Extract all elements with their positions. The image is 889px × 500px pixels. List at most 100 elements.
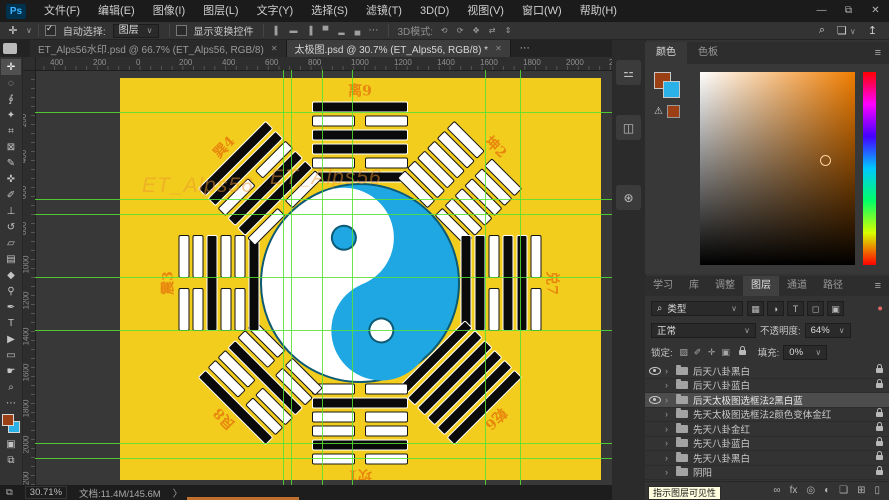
layer-row[interactable]: ›后天八卦黑白: [645, 364, 889, 379]
mode3d-icon-4[interactable]: ⇕: [500, 26, 516, 35]
align-icon-4[interactable]: ▂: [334, 26, 350, 35]
clone-stamp-tool[interactable]: ⊥: [1, 203, 21, 219]
expand-chevron-icon[interactable]: ›: [665, 438, 675, 448]
hand-tool[interactable]: ☛: [1, 363, 21, 379]
menu-item-threed[interactable]: 3D(D): [411, 0, 458, 22]
path-selection-tool[interactable]: ▶: [1, 331, 21, 347]
expand-chevron-icon[interactable]: ›: [665, 409, 675, 419]
window-close-button[interactable]: ✕: [862, 0, 889, 22]
quick-selection-tool[interactable]: ✦: [1, 107, 21, 123]
type-tool[interactable]: T: [1, 315, 21, 331]
status-zoom-level[interactable]: 30.71%: [25, 486, 67, 499]
lock-icon-0[interactable]: ▨: [677, 347, 691, 358]
filter-toggle[interactable]: ●: [877, 303, 883, 314]
fill-value[interactable]: 0% ∨: [783, 345, 827, 360]
expand-chevron-icon[interactable]: ›: [665, 467, 675, 477]
add-mask-icon[interactable]: ◎: [806, 485, 815, 496]
layer-row[interactable]: ›阴阳: [645, 466, 889, 481]
gradient-tool[interactable]: ▤: [1, 251, 21, 267]
expand-chevron-icon[interactable]: ›: [665, 366, 675, 376]
layer-filter-type-dropdown[interactable]: ⌕ 类型 ∨: [651, 301, 743, 316]
lock-all-icon[interactable]: [739, 350, 746, 355]
guide-vertical[interactable]: [283, 70, 284, 485]
panel-tab-调整[interactable]: 调整: [707, 276, 743, 296]
share-icon[interactable]: ↥: [868, 24, 877, 37]
collapsed-panel-2[interactable]: ◫: [616, 115, 641, 140]
lock-icon-3[interactable]: ▣: [719, 347, 733, 358]
pen-tool[interactable]: ✒: [1, 299, 21, 315]
menu-item-help[interactable]: 帮助(H): [571, 0, 626, 22]
menu-item-image[interactable]: 图像(I): [144, 0, 194, 22]
mode3d-icon-1[interactable]: ⟳: [452, 26, 468, 35]
panel-menu-icon[interactable]: ≡: [875, 47, 889, 59]
menu-item-type[interactable]: 文字(Y): [248, 0, 303, 22]
menu-item-layer[interactable]: 图层(L): [194, 0, 247, 22]
screen-mode[interactable]: ⧉: [1, 452, 21, 468]
auto-select-target-dropdown[interactable]: 图层∨: [113, 24, 159, 38]
panel-tab-库[interactable]: 库: [681, 276, 707, 296]
workspace-switcher-icon[interactable]: ❏ ∨: [837, 24, 856, 37]
layer-style-fx-icon[interactable]: fx: [790, 485, 798, 496]
guide-horizontal[interactable]: [35, 199, 612, 200]
opacity-value[interactable]: 64% ∨: [805, 323, 851, 338]
collapsed-panel-3[interactable]: ⊛: [616, 185, 641, 210]
crop-tool[interactable]: ⌗: [1, 123, 21, 139]
guide-vertical[interactable]: [322, 70, 323, 485]
more-align-options[interactable]: ⋯: [366, 25, 382, 36]
search-icon[interactable]: ⌕: [819, 24, 825, 37]
tab-overflow-button[interactable]: ⋯: [511, 40, 539, 57]
color-field-marker[interactable]: [820, 155, 831, 166]
panel-tab-学习[interactable]: 学习: [645, 276, 681, 296]
healing-brush-tool[interactable]: ✜: [1, 171, 21, 187]
menu-item-file[interactable]: 文件(F): [35, 0, 89, 22]
mode3d-icon-2[interactable]: ✥: [468, 26, 484, 35]
delete-layer-icon[interactable]: ▯: [874, 485, 880, 496]
expand-chevron-icon[interactable]: ›: [665, 395, 675, 405]
menu-item-select[interactable]: 选择(S): [302, 0, 357, 22]
guide-horizontal[interactable]: [35, 458, 612, 459]
eyedropper-tool[interactable]: ✎: [1, 155, 21, 171]
layer-row[interactable]: ›先天八卦蓝白: [645, 437, 889, 452]
layer-row[interactable]: ›先天八卦金红: [645, 422, 889, 437]
blend-mode-dropdown[interactable]: 正常 ∨: [651, 323, 756, 338]
align-icon-2[interactable]: ▐: [302, 26, 318, 35]
color-field[interactable]: [700, 72, 855, 265]
layer-filter-icon-2[interactable]: T: [787, 301, 804, 316]
guide-horizontal[interactable]: [35, 214, 612, 215]
lock-icon-2[interactable]: ✛: [705, 347, 719, 358]
quick-mask[interactable]: ▣: [1, 436, 21, 452]
guide-vertical[interactable]: [291, 70, 292, 485]
align-icon-5[interactable]: ▄: [350, 26, 366, 35]
guide-horizontal[interactable]: [35, 112, 612, 113]
expand-chevron-icon[interactable]: ›: [665, 424, 675, 434]
canvas-document[interactable]: ET_Alps56 ET_Alps56 离9坤2兑7乾6坎1艮8震3巽4: [120, 78, 601, 480]
expand-chevron-icon[interactable]: ›: [665, 453, 675, 463]
mode3d-icon-3[interactable]: ⇄: [484, 26, 500, 35]
show-transform-checkbox[interactable]: [176, 25, 187, 36]
gamut-warning-swatch[interactable]: [667, 105, 680, 118]
new-adjustment-layer-icon[interactable]: ◐: [824, 485, 830, 496]
tab-close-icon[interactable]: ✕: [495, 44, 502, 53]
guide-vertical[interactable]: [520, 70, 521, 485]
menu-item-edit[interactable]: 编辑(E): [89, 0, 144, 22]
background-color-swatch[interactable]: [663, 81, 680, 98]
menu-item-view[interactable]: 视图(V): [458, 0, 513, 22]
mode3d-icon-0[interactable]: ⟲: [436, 26, 452, 35]
guide-horizontal[interactable]: [35, 443, 612, 444]
new-group-icon[interactable]: ❏: [839, 485, 848, 496]
layer-filter-icon-3[interactable]: ◻: [807, 301, 824, 316]
zoom-tool[interactable]: ⌕: [1, 379, 21, 395]
menu-item-filter[interactable]: 滤镜(T): [357, 0, 411, 22]
toolbar-foreground-swatch[interactable]: [2, 414, 14, 426]
layer-filter-icon-0[interactable]: ▦: [747, 301, 764, 316]
tab-close-icon[interactable]: ✕: [271, 44, 278, 53]
status-chevron[interactable]: 〉: [173, 486, 183, 500]
color-panel-tab-0[interactable]: 颜色: [645, 42, 687, 64]
color-panel-tab-1[interactable]: 色板: [687, 42, 729, 64]
lock-icon-1[interactable]: ✐: [691, 347, 705, 358]
dodge-tool[interactable]: ⚲: [1, 283, 21, 299]
link-layers-icon[interactable]: ∞: [773, 485, 780, 496]
panel-tab-通道[interactable]: 通道: [779, 276, 815, 296]
align-icon-0[interactable]: ▌: [270, 26, 286, 35]
brush-tool[interactable]: ✐: [1, 187, 21, 203]
